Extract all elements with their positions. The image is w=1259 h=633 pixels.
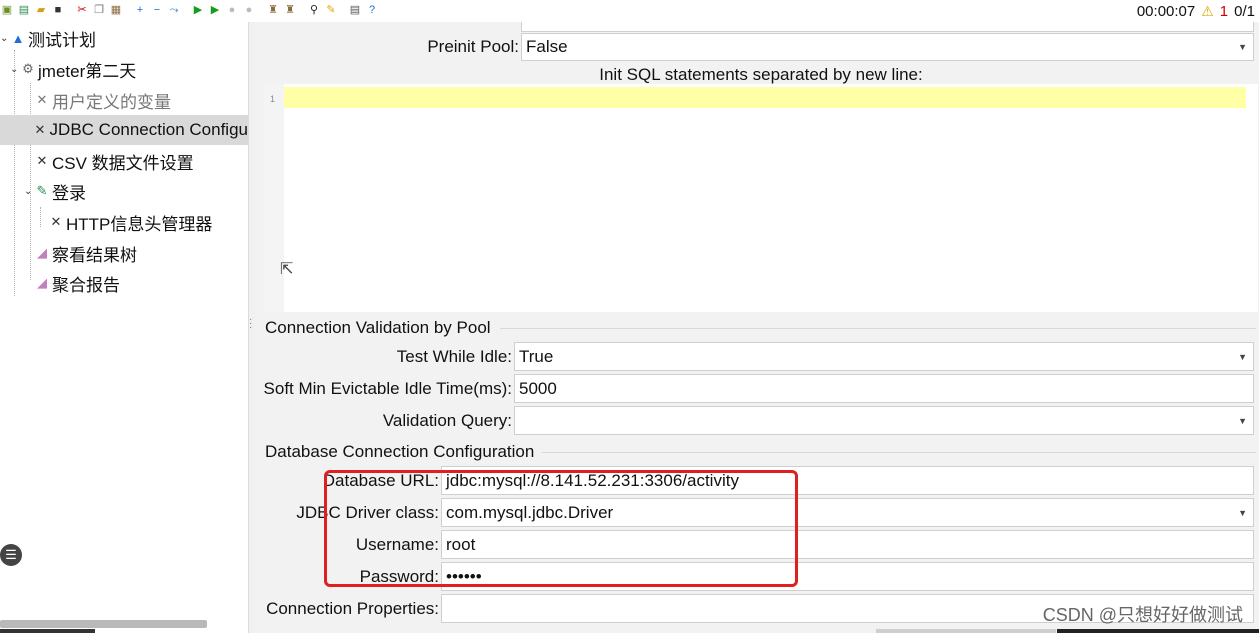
tree-horizontal-scrollbar[interactable] [0,620,207,628]
bottom-bar [0,629,95,633]
elapsed-time: 00:00:07 [1136,2,1196,20]
menu-list-icon[interactable]: ☰ [0,544,22,566]
search-icon[interactable]: ⚲ [307,3,321,17]
chart-icon: ◢ [37,245,47,260]
watermark: CSDN @只想好好做测试 [1042,605,1243,625]
tree-item-label: HTTP信息头管理器 [66,214,213,234]
save-icon[interactable]: ■ [51,3,65,17]
gear-icon: ⚙ [22,61,34,76]
test-while-idle-label: Test While Idle: [396,347,512,366]
collapse-icon[interactable]: − [150,3,164,17]
stop-icon[interactable]: ● [225,3,239,17]
chart-icon: ◢ [37,275,47,290]
test-plan-tree: ⌄ ▲ 测试计划 ⌄ ⚙ jmeter第二天 ✕ 用户定义的变量 ✕ JDBC … [0,22,248,633]
thread-ratio: 0/1 [1234,2,1255,20]
dropdown-arrow-icon[interactable]: ▼ [1238,508,1247,518]
init-sql-label: Init SQL statements separated by new lin… [599,65,923,84]
current-line-highlight [284,87,1246,108]
section-divider [542,452,1256,453]
start-icon[interactable]: ▶ [191,3,205,17]
tree-item-label: 登录 [52,183,86,203]
wrench-icon: ✕ [36,92,48,107]
toolbar: ▣ ▤ ▰ ■ ✂ ❐ ▦ + − ⤳ ▶ ▶ ● ● ♜ ♜ ⚲ ✎ ▤ ? … [0,0,1259,22]
tree-item-results-tree[interactable]: ◢ 察看结果树 [34,238,248,268]
clear-icon[interactable]: ♜ [266,3,280,17]
chevron-down-icon[interactable]: ⌄ [0,33,10,44]
tree-item-label: CSV 数据文件设置 [52,153,194,173]
paste-icon[interactable]: ▦ [109,3,123,17]
toggle-icon[interactable]: ⤳ [167,3,181,17]
bottom-bar [1057,629,1259,633]
validation-query-select[interactable]: ▼ [514,406,1254,435]
tree-item-label: jmeter第二天 [38,61,137,81]
section-divider [500,328,1256,329]
soft-min-idle-label: Soft Min Evictable Idle Time(ms): [263,379,512,398]
tree-item-test-plan[interactable]: ⌄ ▲ 测试计划 [0,23,248,53]
dropdown-arrow-icon[interactable]: ▼ [1238,42,1247,52]
chevron-down-icon[interactable]: ⌄ [24,186,34,197]
test-while-idle-select[interactable]: True ▼ [514,342,1254,371]
tree-item-jdbc-config[interactable]: ✕ JDBC Connection Configu [0,115,248,145]
validation-section-title: Connection Validation by Pool [265,318,491,337]
tree-item-thread-group[interactable]: ⌄ ⚙ jmeter第二天 [10,54,248,84]
function-helper-icon[interactable]: ▤ [348,3,362,17]
toolbar-icons: ▣ ▤ ▰ ■ ✂ ❐ ▦ + − ⤳ ▶ ▶ ● ● ♜ ♜ ⚲ ✎ ▤ ? [0,2,379,18]
connection-properties-label: Connection Properties: [266,599,439,618]
line-number: 1 [270,94,276,104]
test-while-idle-value: True [519,346,554,366]
tree-item-label: JDBC Connection Configu [49,120,248,139]
tree-item-label: 察看结果树 [52,245,137,265]
shutdown-icon[interactable]: ● [242,3,256,17]
wrench-icon: ✕ [50,214,62,229]
tree-item-aggregate-report[interactable]: ◢ 聚合报告 [34,268,248,298]
tree-item-label: 用户定义的变量 [52,92,171,112]
dropdown-arrow-icon[interactable]: ▼ [1238,352,1247,362]
clear-all-icon[interactable]: ♜ [283,3,297,17]
soft-min-idle-value: 5000 [519,378,557,398]
tree-item-http-header-manager[interactable]: ✕ HTTP信息头管理器 [48,207,248,237]
validation-query-label: Validation Query: [382,411,512,430]
warning-icon[interactable]: ⚠ [1201,3,1214,20]
top-field-remnant [521,22,1254,32]
wrench-icon: ✕ [36,153,48,168]
reset-search-icon[interactable]: ✎ [324,3,338,17]
tree-item-label: 测试计划 [28,30,96,50]
soft-min-idle-input[interactable]: 5000 [514,374,1254,403]
templates-icon[interactable]: ▤ [17,3,31,17]
preinit-pool-label: Preinit Pool: [427,37,519,56]
annotation-highlight-box [324,470,798,587]
help-icon[interactable]: ? [365,3,379,17]
warning-count: 1 [1219,2,1229,20]
mouse-cursor-icon: ⇱ [280,261,294,278]
chevron-down-icon[interactable]: ⌄ [10,64,20,75]
copy-icon[interactable]: ❐ [92,3,106,17]
toolbar-status: 00:00:07 ⚠ 1 0/1 [1137,0,1255,22]
tree-item-user-variables[interactable]: ✕ 用户定义的变量 [34,85,248,115]
tree-item-label: 聚合报告 [52,275,120,295]
db-section-title: Database Connection Configuration [265,442,535,461]
test-plan-icon: ▲ [11,30,25,46]
sampler-pen-icon: ✎ [36,183,48,198]
tree-item-login[interactable]: ⌄ ✎ 登录 [24,176,248,206]
dropdown-arrow-icon[interactable]: ▼ [1238,416,1247,426]
expand-icon[interactable]: + [133,3,147,17]
preinit-pool-value: False [526,37,568,56]
init-sql-editor[interactable]: 1 [264,84,1258,312]
wrench-icon: ✕ [34,122,46,137]
start-no-pause-icon[interactable]: ▶ [208,3,222,17]
preinit-pool-select[interactable]: False ▼ [521,33,1254,61]
splitter-grip-icon: · · · [249,314,253,333]
new-icon[interactable]: ▣ [0,3,14,17]
tree-item-csv-config[interactable]: ✕ CSV 数据文件设置 [34,146,248,176]
open-icon[interactable]: ▰ [34,3,48,17]
cut-icon[interactable]: ✂ [75,3,89,17]
bottom-scroll-track [876,629,1056,633]
